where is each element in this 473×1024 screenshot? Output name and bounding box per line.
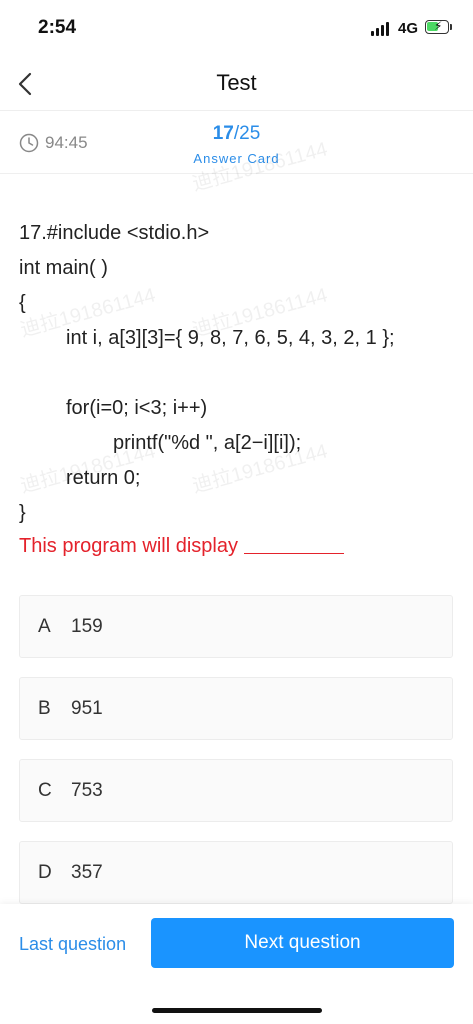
signal-icon xyxy=(371,22,393,36)
code-line: return 0; xyxy=(66,467,141,489)
option-b[interactable]: B 951 xyxy=(19,677,453,740)
answer-blank xyxy=(243,553,344,554)
option-c[interactable]: C 753 xyxy=(19,759,453,822)
nav-bar: Test xyxy=(0,58,473,111)
status-time: 2:54 xyxy=(38,17,77,38)
info-bar: 94:45 17/25 Answer Card xyxy=(0,111,473,174)
network-type: 4G xyxy=(398,20,419,37)
code-line: printf("%d ", a[2−i][i]); xyxy=(113,432,302,454)
option-d[interactable]: D 357 xyxy=(19,841,453,904)
bottom-bar: Last question Next question xyxy=(0,904,473,1024)
page-title: Test xyxy=(216,70,257,95)
code-line: } xyxy=(19,502,26,524)
status-bar: 2:54 4G ⚡ xyxy=(0,0,473,58)
progress-total: 25 xyxy=(239,123,261,144)
option-letter: A xyxy=(38,616,51,637)
option-text: 159 xyxy=(71,616,103,637)
option-text: 753 xyxy=(71,780,103,801)
code-line: int main( ) xyxy=(19,257,108,279)
option-text: 951 xyxy=(71,698,103,719)
battery-icon: ⚡ xyxy=(425,19,449,34)
progress-current: 17 xyxy=(212,123,234,144)
question-progress[interactable]: 17/25 xyxy=(0,123,473,145)
option-letter: D xyxy=(38,862,52,883)
home-indicator[interactable] xyxy=(152,1008,322,1013)
option-letter: B xyxy=(38,698,51,719)
code-line: for(i=0; i<3; i++) xyxy=(66,397,208,419)
question-prompt-text: This program will display xyxy=(19,535,238,557)
question-content: 17.#include <stdio.h> int main( ) { int … xyxy=(19,216,459,531)
last-question-button[interactable]: Last question xyxy=(19,934,126,955)
option-a[interactable]: A 159 xyxy=(19,595,453,658)
question-prompt: This program will display xyxy=(19,535,344,558)
code-line: { xyxy=(19,292,26,314)
option-text: 357 xyxy=(71,862,103,883)
next-question-button[interactable]: Next question xyxy=(151,918,454,968)
battery-tip xyxy=(450,24,452,30)
answer-card-link[interactable]: Answer Card xyxy=(0,151,473,166)
code-line: int i, a[3][3]={ 9, 8, 7, 6, 5, 4, 3, 2,… xyxy=(66,327,395,349)
option-letter: C xyxy=(38,780,52,801)
code-line: 17.#include <stdio.h> xyxy=(19,222,210,244)
